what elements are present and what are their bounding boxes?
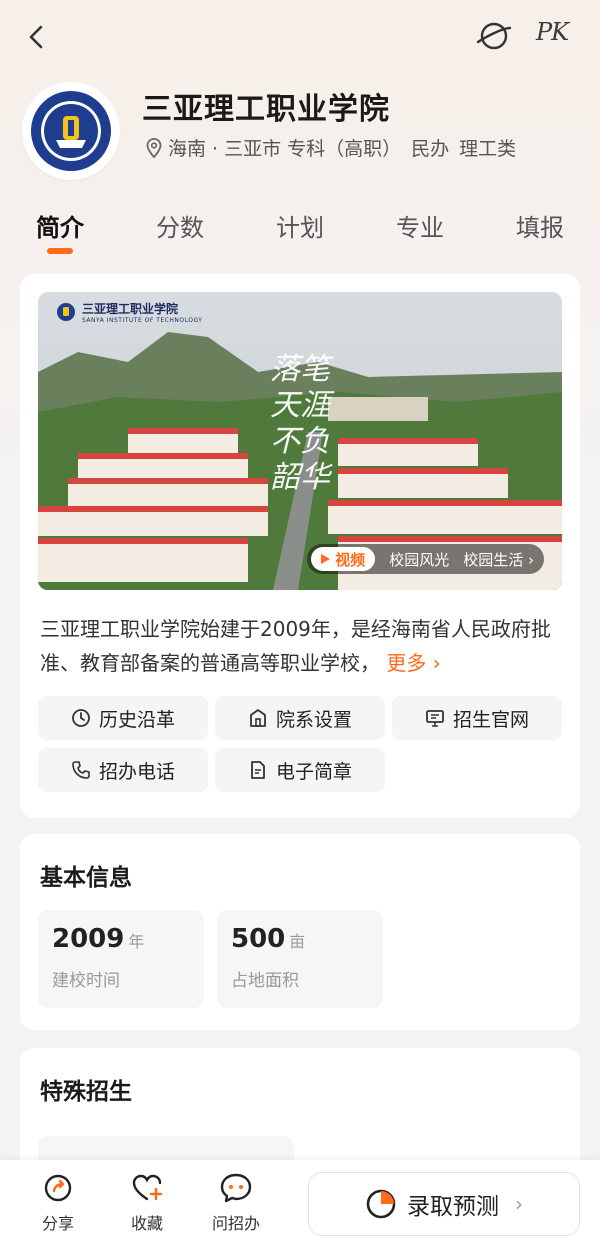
- video-tags: 视频 校园风光 校园生活 ›: [307, 544, 544, 574]
- school-emblem-icon: [57, 303, 75, 321]
- area-value: 500: [231, 924, 286, 954]
- intro-card: 三亚理工职业学院 SANYA INSTITUTE OF TECHNOLOGY 落笔…: [20, 274, 580, 818]
- area-unit: 亩: [289, 932, 306, 951]
- area-label: 占地面积: [231, 971, 299, 991]
- tab-scores[interactable]: 分数: [120, 208, 240, 258]
- share-button[interactable]: 分享: [18, 1172, 98, 1234]
- school-ownership: 民办: [411, 138, 450, 160]
- share-icon: [44, 1174, 72, 1202]
- founded-label: 建校时间: [52, 971, 120, 991]
- brochure-button[interactable]: 电子简章: [215, 748, 385, 792]
- planet-button[interactable]: [474, 18, 514, 54]
- area-stat: 500 亩 占地面积: [217, 910, 383, 1008]
- school-logo: [22, 82, 120, 180]
- school-level: 专科（高职）: [287, 138, 402, 160]
- school-meta: 海南 · 三亚市 专科（高职） 民办 理工类: [146, 134, 516, 161]
- ask-admissions-button[interactable]: 问招办: [196, 1172, 276, 1234]
- chevron-right-icon: ›: [515, 1192, 523, 1216]
- intro-description: 三亚理工职业学院始建于2009年，是经海南省人民政府批准、教育部备案的普通高等职…: [40, 612, 562, 680]
- admission-phone-button[interactable]: 招办电话: [38, 748, 208, 792]
- video-calligraphy: 落笔天涯 不负韶华: [270, 352, 330, 495]
- school-category: 理工类: [459, 138, 517, 160]
- basic-info-card: 基本信息 2009 年 建校时间 500 亩 占地面积: [20, 834, 580, 1030]
- departments-button[interactable]: 院系设置: [215, 696, 385, 740]
- monitor-icon: [426, 710, 444, 727]
- heart-plus-icon: [132, 1174, 163, 1201]
- pk-button[interactable]: PK: [536, 18, 576, 54]
- play-icon: [321, 554, 331, 564]
- building-icon: [250, 709, 266, 727]
- founded-unit: 年: [128, 932, 145, 951]
- history-button[interactable]: 历史沿革: [38, 696, 208, 740]
- tab-apply[interactable]: 填报: [480, 208, 600, 258]
- pk-label: PK: [536, 18, 569, 46]
- video-tag-life[interactable]: 校园生活 ›: [463, 549, 534, 570]
- admission-prediction-button[interactable]: 录取预测 ›: [308, 1172, 580, 1236]
- video-play-button[interactable]: 视频: [311, 547, 376, 571]
- more-link[interactable]: 更多 ›: [386, 651, 440, 675]
- document-icon: [251, 761, 265, 779]
- clock-icon: [72, 709, 90, 727]
- favorite-button[interactable]: 收藏: [107, 1172, 187, 1234]
- location-pin-icon: [146, 137, 162, 158]
- tab-bar: 简介 分数 计划 专业 填报: [0, 208, 600, 258]
- tab-intro[interactable]: 简介: [0, 208, 120, 258]
- pie-chart-icon: [366, 1189, 396, 1219]
- back-button[interactable]: [22, 22, 52, 52]
- school-name: 三亚理工职业学院: [142, 92, 390, 127]
- founded-stat: 2009 年 建校时间: [38, 910, 204, 1008]
- tab-majors[interactable]: 专业: [360, 208, 480, 258]
- basic-info-title: 基本信息: [40, 865, 132, 891]
- planet-icon: [476, 22, 512, 50]
- campus-video[interactable]: 三亚理工职业学院 SANYA INSTITUTE OF TECHNOLOGY 落笔…: [38, 292, 562, 590]
- founded-value: 2009: [52, 924, 125, 954]
- chevron-left-icon: [29, 25, 43, 49]
- tab-plan[interactable]: 计划: [240, 208, 360, 258]
- top-bar: PK: [0, 0, 600, 80]
- bottom-bar: 分享 收藏 问招办 录取预测 ›: [0, 1160, 600, 1247]
- chat-icon: [220, 1173, 252, 1203]
- active-tab-indicator: [47, 248, 73, 254]
- admission-website-button[interactable]: 招生官网: [392, 696, 562, 740]
- phone-icon: [72, 761, 90, 779]
- video-brand: 三亚理工职业学院 SANYA INSTITUTE OF TECHNOLOGY: [56, 300, 202, 324]
- school-location: 海南 · 三亚市: [168, 138, 282, 160]
- video-tag-scenery[interactable]: 校园风光: [389, 549, 449, 570]
- special-admission-title: 特殊招生: [40, 1079, 132, 1105]
- intro-text: 三亚理工职业学院始建于2009年，是经海南省人民政府批准、教育部备案的普通高等职…: [40, 617, 551, 675]
